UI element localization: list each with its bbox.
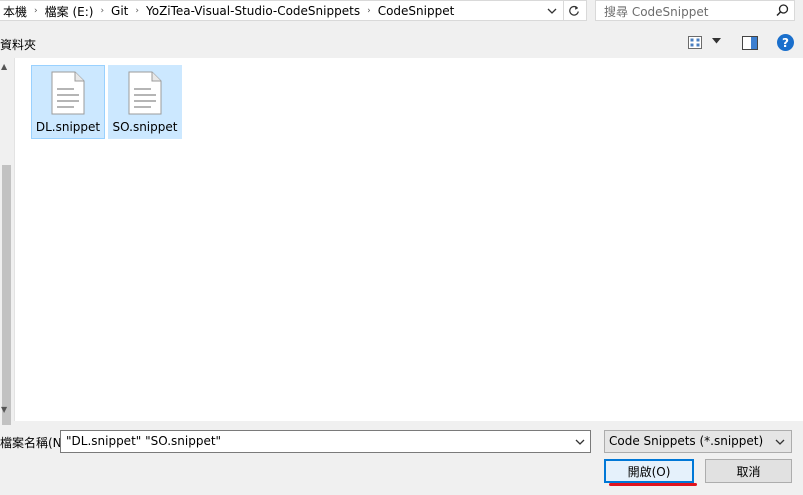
crumb-git[interactable]: Git (105, 4, 134, 18)
file-name: DL.snippet (35, 120, 101, 134)
preview-pane-icon[interactable] (742, 36, 758, 50)
crumb-codesnippet[interactable]: CodeSnippet (372, 4, 461, 18)
crumb-repo[interactable]: YoZiTea-Visual-Studio-CodeSnippets (140, 4, 366, 18)
file-name: SO.snippet (112, 120, 178, 134)
scrollbar-thumb[interactable] (2, 165, 11, 425)
refresh-icon (569, 5, 579, 16)
crumb-drive-e[interactable]: 檔案 (E:) (39, 3, 100, 20)
file-item[interactable]: SO.snippet (108, 65, 182, 139)
file-item[interactable]: DL.snippet (31, 65, 105, 139)
refresh-button[interactable] (563, 1, 584, 21)
view-options-icon[interactable] (688, 36, 702, 49)
filetype-value: Code Snippets (*.snippet) (609, 434, 764, 448)
search-input[interactable]: 搜尋 CodeSnippet (604, 3, 708, 20)
document-icon (51, 71, 85, 115)
filetype-select[interactable]: Code Snippets (*.snippet) (604, 430, 792, 453)
filename-dropdown[interactable] (573, 434, 587, 449)
search-box[interactable]: 搜尋 CodeSnippet (595, 0, 795, 21)
crumb-this-pc[interactable]: 本機 (0, 3, 33, 20)
file-list[interactable]: DL.snippet SO.snippet (14, 58, 803, 421)
filename-value[interactable]: "DL.snippet" "SO.snippet" (66, 434, 221, 448)
caret-down-icon[interactable] (712, 38, 721, 44)
scroll-up-icon[interactable]: ▲ (1, 62, 7, 71)
chevron-down-icon (775, 439, 785, 445)
cancel-button[interactable]: 取消 (705, 459, 792, 483)
open-button[interactable]: 開啟(O) (604, 459, 694, 483)
filetype-dropdown[interactable] (773, 435, 787, 449)
scroll-down-icon[interactable]: ▼ (1, 405, 7, 414)
navigation-pane-scrollbar[interactable]: ▲ ▼ (0, 58, 13, 425)
breadcrumb: 本機 › 檔案 (E:) › Git › YoZiTea-Visual-Stud… (0, 3, 460, 19)
address-bar[interactable]: 本機 › 檔案 (E:) › Git › YoZiTea-Visual-Stud… (0, 0, 587, 21)
search-icon[interactable] (775, 3, 790, 18)
new-folder-button[interactable]: 資料夾 (0, 36, 36, 53)
document-icon (128, 71, 162, 115)
chevron-down-icon (575, 439, 585, 445)
address-history-dropdown[interactable] (543, 3, 561, 19)
toolbar: 資料夾 ? (0, 28, 803, 58)
chevron-down-icon (547, 8, 557, 14)
help-icon[interactable]: ? (777, 34, 794, 51)
filename-field[interactable]: "DL.snippet" "SO.snippet" (60, 430, 591, 453)
annotation-underline (609, 483, 697, 486)
